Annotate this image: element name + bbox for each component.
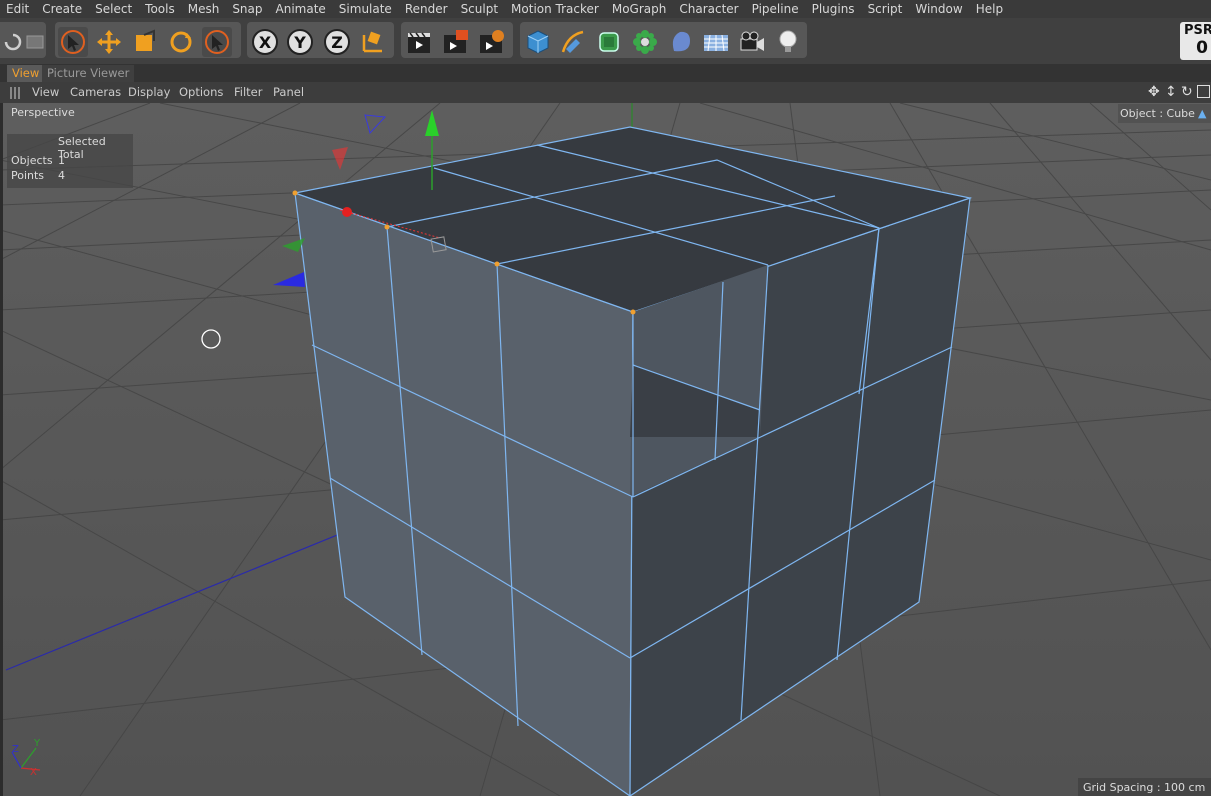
viewport-menu-options[interactable]: Options [179,85,223,99]
left-panel-edge [0,103,3,796]
viewport-menu-panel[interactable]: Panel [273,85,304,99]
viewport-menu-bar: View Cameras Display Options Filter Pane… [0,82,1211,103]
deformer-icon[interactable] [666,27,696,57]
rotate-icon[interactable] [166,27,196,57]
toolbar-group-render [401,22,513,58]
render-view-icon[interactable] [404,27,434,57]
menu-item-pipeline[interactable]: Pipeline [746,1,806,18]
scale-icon[interactable] [130,27,160,57]
tab-view[interactable]: View [7,65,45,82]
main-toolbar: X Y Z PSR 0 [0,18,1211,64]
camera-label: Perspective [11,106,75,119]
menu-item-help[interactable]: Help [970,1,1010,18]
coordinate-system-icon[interactable] [358,27,388,57]
menu-item-window[interactable]: Window [909,1,969,18]
menu-item-tools[interactable]: Tools [139,1,182,18]
menu-item-plugins[interactable]: Plugins [806,1,862,18]
menu-item-render[interactable]: Render [399,1,455,18]
psr-value: 0 [1196,38,1208,58]
psr-label: PSR [1184,23,1211,38]
axis-x-label: X [259,33,272,52]
object-axis-icon: ▲ [1198,107,1207,120]
viewport-menu-view[interactable]: View [32,85,59,99]
recent-tool-icon[interactable] [202,27,232,57]
floor-scene-icon[interactable] [701,27,731,57]
live-selection-icon[interactable] [58,27,88,57]
menu-item-script[interactable]: Script [862,1,910,18]
hud-objects-label: Objects [11,154,53,167]
hud-objects-value: 1 [58,154,65,167]
pen-spline-icon[interactable] [558,27,588,57]
menu-item-character[interactable]: Character [673,1,745,18]
object-label-box: Object : Cube ▲ [1118,104,1211,123]
menu-item-sculpt[interactable]: Sculpt [455,1,505,18]
tab-picture-viewer[interactable]: Picture Viewer [42,65,135,82]
menu-item-animate[interactable]: Animate [270,1,333,18]
psr-indicator: PSR 0 [1180,22,1211,60]
x-axis-lock-button[interactable]: X [250,27,280,57]
viewport-3d[interactable]: Y X Z Perspective Selected Total Objects… [0,103,1211,796]
menu-bar: Edit Create Select Tools Mesh Snap Animate Simu… [0,0,1211,18]
menu-item-motion-tracker[interactable]: Motion Tracker [505,1,606,18]
viewport-scene: Y X Z [0,103,1211,796]
camera-icon[interactable] [737,27,767,57]
z-axis-lock-button[interactable]: Z [322,27,352,57]
menu-item-mesh[interactable]: Mesh [182,1,227,18]
toggle-view-icon[interactable] [1197,85,1210,98]
move-icon[interactable] [94,27,124,57]
cloner-icon[interactable] [630,27,660,57]
world-axis-x-label: X [30,767,37,778]
hud-points-value: 4 [58,169,65,182]
viewport-menu-cameras[interactable]: Cameras [70,85,121,99]
light-icon[interactable] [773,27,803,57]
hud-header: Selected Total [58,135,106,161]
viewport-menu-filter[interactable]: Filter [234,85,262,99]
axis-y-label: Y [293,33,306,52]
cube-icon[interactable] [523,27,553,57]
menu-item-mograph[interactable]: MoGraph [606,1,674,18]
menu-item-snap[interactable]: Snap [226,1,269,18]
y-axis-lock-button[interactable]: Y [285,27,315,57]
object-label: Object : Cube [1120,107,1195,120]
render-settings-icon[interactable] [476,27,506,57]
menu-item-edit[interactable]: Edit [0,1,36,18]
hud-selection-panel: Selected Total Objects 1 Points 4 [7,134,133,188]
hud-points-label: Points [11,169,45,182]
toolbar-group-transform [55,22,241,58]
subdivision-surface-icon[interactable] [594,27,624,57]
menu-item-create[interactable]: Create [36,1,89,18]
grip-icon[interactable] [10,87,22,99]
panel-tab-bar: View Picture Viewer [0,64,1211,82]
menu-item-simulate[interactable]: Simulate [333,1,399,18]
grid-spacing-label: Grid Spacing : 100 cm [1083,781,1206,794]
zoom-view-icon[interactable]: ↕ [1165,84,1177,100]
pan-view-icon[interactable]: ✥ [1148,84,1160,100]
render-picture-viewer-icon[interactable] [440,27,470,57]
axis-z-label: Z [331,33,343,52]
toolbar-group-objects [520,22,807,58]
toolbar-group-history [0,22,46,58]
viewport-menu-display[interactable]: Display [128,85,170,99]
menu-item-select[interactable]: Select [89,1,139,18]
world-axis-y-label: Y [33,738,41,749]
redo-icon[interactable] [20,27,50,57]
toolbar-group-axis: X Y Z [247,22,394,58]
world-axis-z-label: Z [12,744,19,755]
grid-spacing-box: Grid Spacing : 100 cm [1078,778,1211,796]
rotate-view-icon[interactable]: ↻ [1181,84,1193,100]
